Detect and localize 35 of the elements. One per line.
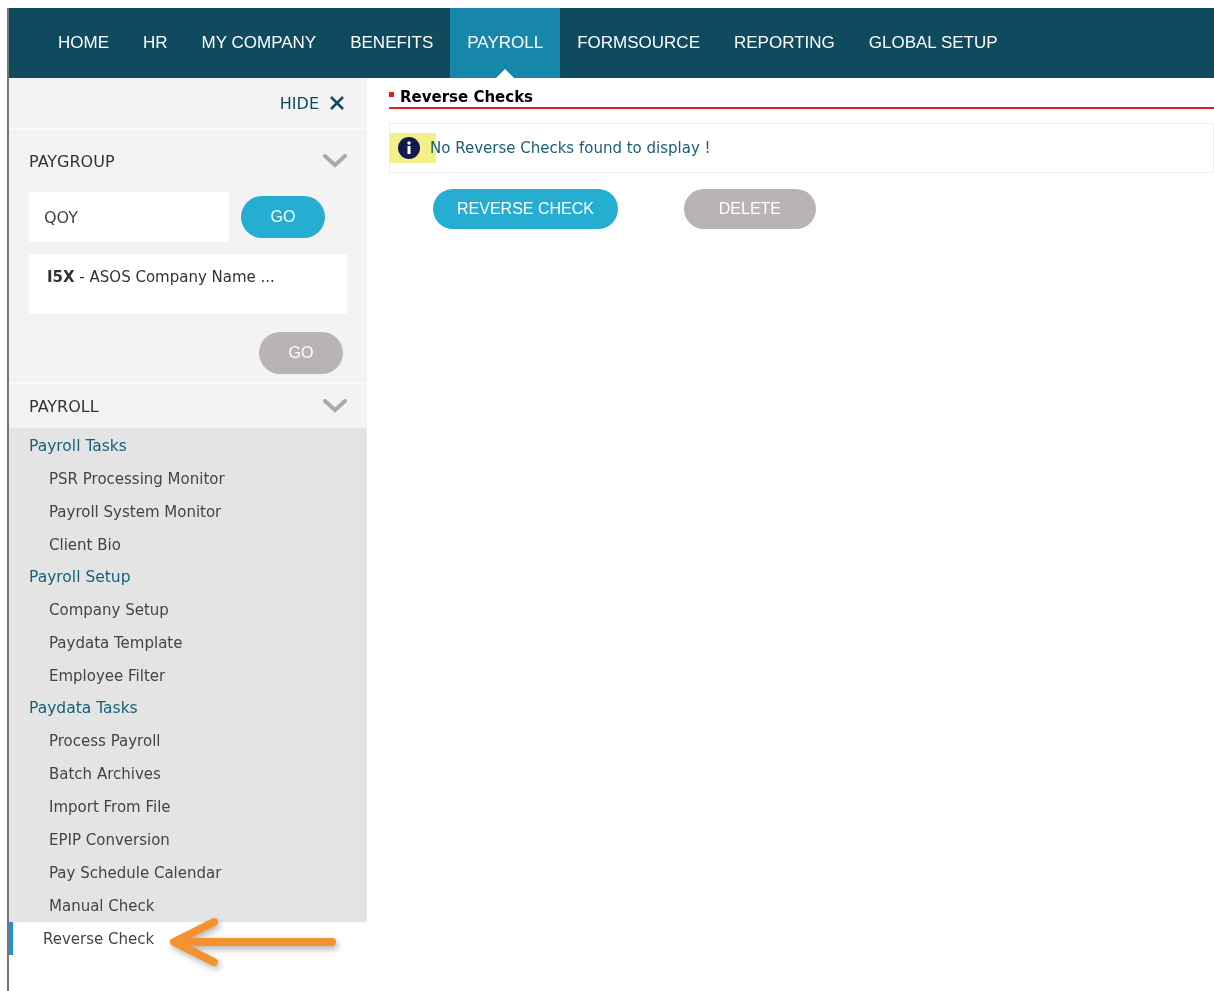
paygroup-input[interactable]: QOY: [29, 192, 229, 242]
nav-tab[interactable]: FORMSOURCE: [560, 8, 717, 78]
menu-item[interactable]: Client Bio: [9, 528, 367, 561]
menu-group[interactable]: Paydata Tasks: [9, 692, 367, 724]
nav-tab[interactable]: HOME: [41, 8, 126, 78]
close-icon[interactable]: [329, 95, 345, 111]
menu-item[interactable]: Payroll System Monitor: [9, 495, 367, 528]
menu-item[interactable]: PSR Processing Monitor: [9, 462, 367, 495]
nav-tab[interactable]: REPORTING: [717, 8, 852, 78]
nav-tab[interactable]: PAYROLL: [450, 8, 561, 78]
nav-tab[interactable]: MY COMPANY: [184, 8, 334, 78]
chevron-down-icon[interactable]: [323, 399, 347, 413]
info-message: No Reverse Checks found to display !: [430, 139, 711, 157]
menu-item[interactable]: Process Payroll: [9, 724, 367, 757]
menu-item[interactable]: Manual Check: [9, 889, 367, 922]
menu-item[interactable]: Import From File: [9, 790, 367, 823]
nav-tab[interactable]: GLOBAL SETUP: [851, 8, 1015, 78]
menu-item[interactable]: Employee Filter: [9, 659, 367, 692]
chevron-down-icon[interactable]: [323, 154, 347, 168]
menu-item[interactable]: Batch Archives: [9, 757, 367, 790]
menu-item[interactable]: Pay Schedule Calendar: [9, 856, 367, 889]
info-icon: [398, 137, 420, 159]
menu-group[interactable]: Payroll Tasks: [9, 430, 367, 462]
title-marker-icon: [389, 91, 394, 97]
nav-tab[interactable]: BENEFITS: [333, 8, 451, 78]
nav-tab[interactable]: HR: [126, 8, 185, 78]
menu-item[interactable]: Paydata Template: [9, 626, 367, 659]
section-title: PAYROLL: [29, 396, 99, 416]
company-field[interactable]: I5X - ASOS Company Name ...: [29, 254, 347, 314]
section-title: PAYGROUP: [29, 151, 115, 171]
menu-item[interactable]: Company Setup: [9, 593, 367, 626]
hide-button[interactable]: HIDE: [279, 93, 319, 113]
menu-group[interactable]: Payroll Setup: [9, 561, 367, 593]
menu-item[interactable]: EPIP Conversion: [9, 823, 367, 856]
page-title: Reverse Checks: [400, 88, 534, 106]
